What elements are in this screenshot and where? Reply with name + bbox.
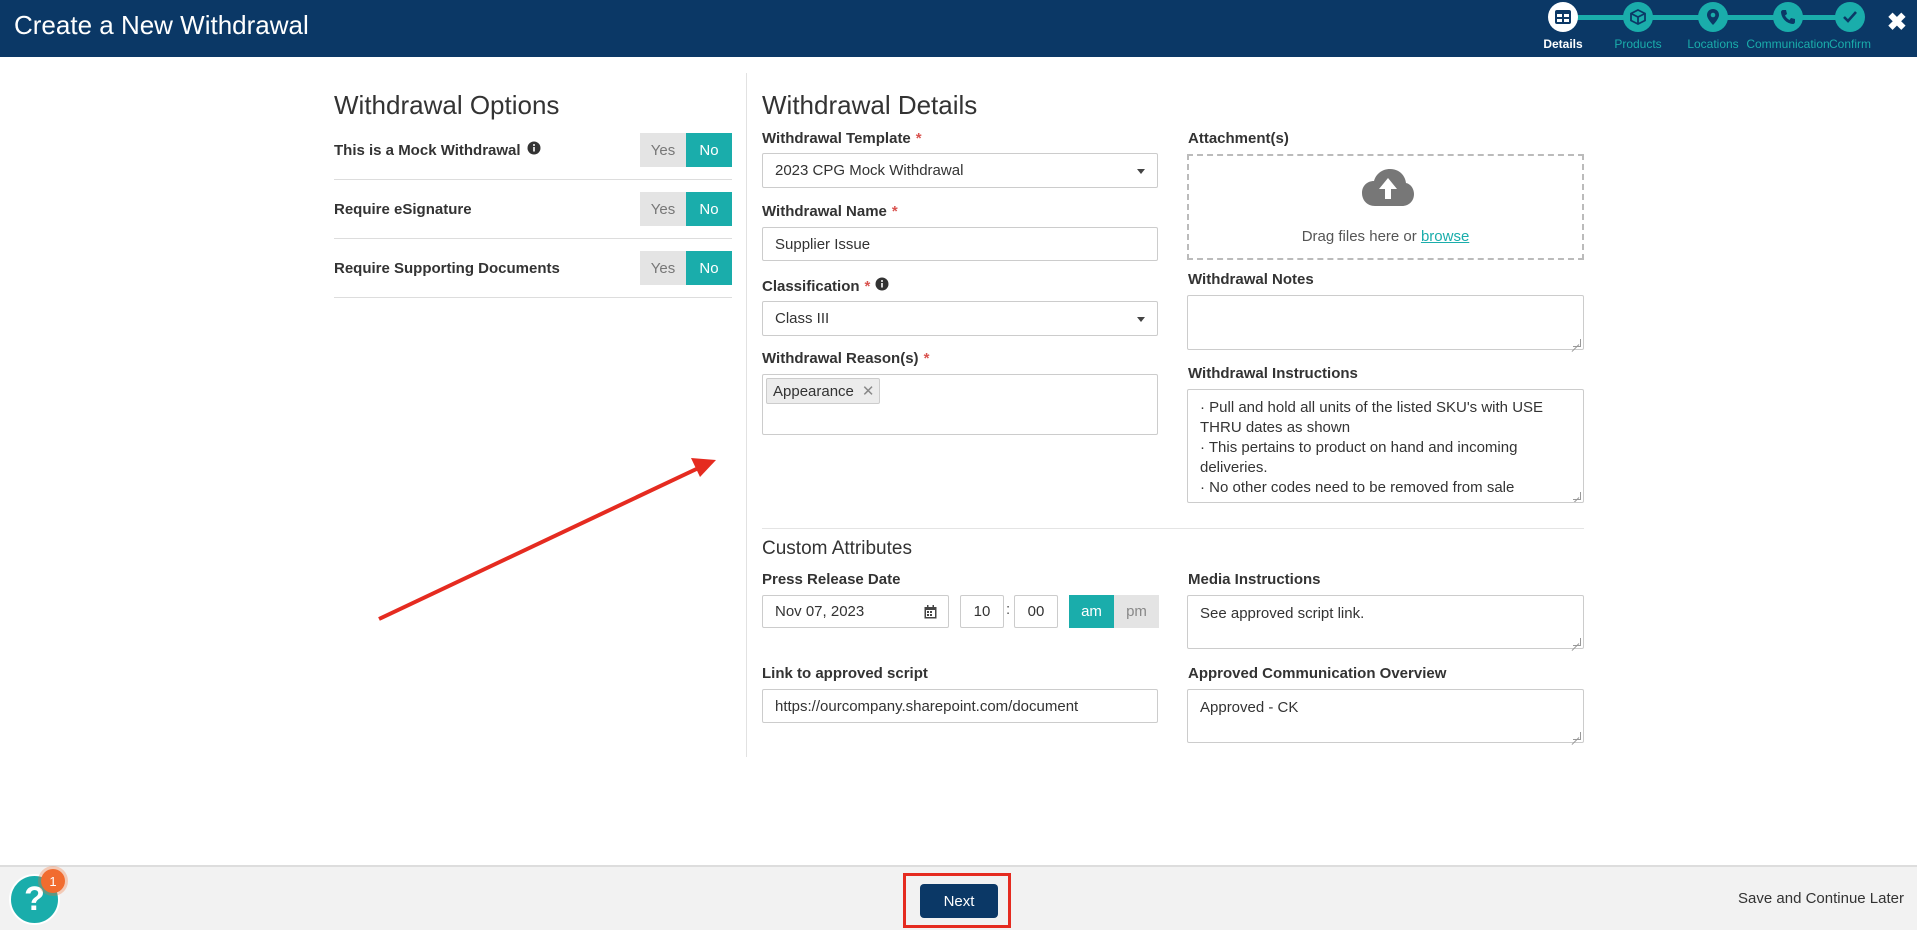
classification-select[interactable]: Class III bbox=[762, 301, 1158, 336]
map-pin-icon bbox=[1698, 2, 1728, 32]
press-release-label: Press Release Date bbox=[762, 571, 901, 588]
no-button[interactable]: No bbox=[686, 251, 732, 285]
step-label-confirm: Confirm bbox=[1828, 37, 1871, 51]
notes-label: Withdrawal Notes bbox=[1188, 271, 1314, 288]
yes-button[interactable]: Yes bbox=[640, 133, 686, 167]
box-icon bbox=[1623, 2, 1653, 32]
next-button[interactable]: Next bbox=[920, 884, 998, 918]
instruction-line: · Pull and hold all units of the listed … bbox=[1200, 399, 1544, 436]
check-icon bbox=[1835, 2, 1865, 32]
no-button[interactable]: No bbox=[686, 192, 732, 226]
options-title: Withdrawal Options bbox=[334, 90, 560, 120]
table-icon bbox=[1548, 2, 1578, 32]
am-pm-toggle: am pm bbox=[1069, 595, 1159, 628]
save-and-continue-later-link[interactable]: Save and Continue Later bbox=[1738, 890, 1904, 907]
progress-stepper: Details Products Locations Communication… bbox=[1530, 0, 1875, 57]
app-header: Create a New Withdrawal Details Products… bbox=[0, 0, 1917, 57]
hour-input[interactable]: 10 bbox=[960, 595, 1004, 628]
option-label: Require eSignature bbox=[334, 200, 472, 218]
info-icon[interactable] bbox=[875, 277, 889, 295]
communication-overview-textarea[interactable]: Approved - CK bbox=[1187, 689, 1584, 743]
pm-button[interactable]: pm bbox=[1114, 595, 1159, 628]
option-mock-withdrawal: This is a Mock Withdrawal Yes No bbox=[334, 121, 732, 180]
resize-handle[interactable] bbox=[1573, 732, 1581, 740]
time-separator: : bbox=[1006, 601, 1011, 618]
supporting-documents-toggle: Yes No bbox=[640, 251, 732, 285]
yes-button[interactable]: Yes bbox=[640, 251, 686, 285]
page-title: Create a New Withdrawal bbox=[14, 10, 309, 40]
communication-overview-label: Approved Communication Overview bbox=[1188, 665, 1447, 682]
option-label: This is a Mock Withdrawal bbox=[334, 141, 521, 159]
withdrawal-instructions-textarea[interactable]: · Pull and hold all units of the listed … bbox=[1187, 389, 1584, 503]
template-select[interactable]: 2023 CPG Mock Withdrawal bbox=[762, 153, 1158, 188]
notification-badge: 1 bbox=[41, 869, 65, 893]
custom-attributes-title: Custom Attributes bbox=[762, 538, 912, 559]
press-release-date-input[interactable]: Nov 07, 2023 bbox=[762, 595, 949, 628]
instructions-label: Withdrawal Instructions bbox=[1188, 365, 1358, 382]
instruction-line: · This pertains to product on hand and i… bbox=[1200, 439, 1518, 476]
media-instructions-textarea[interactable]: See approved script link. bbox=[1187, 595, 1584, 649]
resize-handle[interactable] bbox=[1573, 638, 1581, 646]
script-link-label: Link to approved script bbox=[762, 665, 928, 682]
file-dropzone[interactable]: Drag files here or browse bbox=[1187, 154, 1584, 260]
remove-tag-icon[interactable]: ✕ bbox=[862, 382, 875, 400]
caret-down-icon bbox=[1137, 316, 1145, 322]
classification-label: Classification * bbox=[762, 277, 889, 295]
option-supporting-documents: Require Supporting Documents Yes No bbox=[334, 239, 732, 298]
vertical-divider bbox=[746, 73, 747, 757]
script-link-input[interactable]: https://ourcompany.sharepoint.com/docume… bbox=[762, 689, 1158, 723]
template-label: Withdrawal Template * bbox=[762, 130, 922, 147]
reason-tag: Appearance ✕ bbox=[766, 378, 881, 404]
esignature-toggle: Yes No bbox=[640, 192, 732, 226]
info-icon[interactable] bbox=[527, 141, 541, 159]
name-label: Withdrawal Name * bbox=[762, 203, 898, 220]
resize-handle[interactable] bbox=[1573, 492, 1581, 500]
attachments-label: Attachment(s) bbox=[1188, 130, 1289, 147]
resize-handle[interactable] bbox=[1573, 339, 1581, 347]
calendar-icon[interactable] bbox=[924, 605, 937, 623]
mock-withdrawal-toggle: Yes No bbox=[640, 133, 732, 167]
am-button[interactable]: am bbox=[1069, 595, 1114, 628]
browse-link[interactable]: browse bbox=[1421, 228, 1469, 245]
yes-button[interactable]: Yes bbox=[640, 192, 686, 226]
instruction-line: · No other codes need to be removed from… bbox=[1200, 479, 1515, 496]
annotation-arrow bbox=[378, 458, 716, 621]
option-label: Require Supporting Documents bbox=[334, 259, 560, 277]
withdrawal-options-panel: Withdrawal Options This is a Mock Withdr… bbox=[334, 75, 732, 298]
cloud-upload-icon bbox=[1362, 169, 1414, 206]
no-button[interactable]: No bbox=[686, 133, 732, 167]
phone-icon bbox=[1773, 2, 1803, 32]
section-divider bbox=[762, 528, 1584, 529]
caret-down-icon bbox=[1137, 168, 1145, 174]
details-title: Withdrawal Details bbox=[762, 90, 978, 120]
option-esignature: Require eSignature Yes No bbox=[334, 180, 732, 239]
media-instructions-label: Media Instructions bbox=[1188, 571, 1321, 588]
close-icon[interactable]: ✖ bbox=[1887, 8, 1907, 37]
drag-text: Drag files here or bbox=[1301, 228, 1417, 245]
withdrawal-name-input[interactable]: Supplier Issue bbox=[762, 227, 1158, 261]
reasons-label: Withdrawal Reason(s) * bbox=[762, 350, 930, 367]
withdrawal-notes-textarea[interactable] bbox=[1187, 295, 1584, 350]
minute-input[interactable]: 00 bbox=[1014, 595, 1058, 628]
